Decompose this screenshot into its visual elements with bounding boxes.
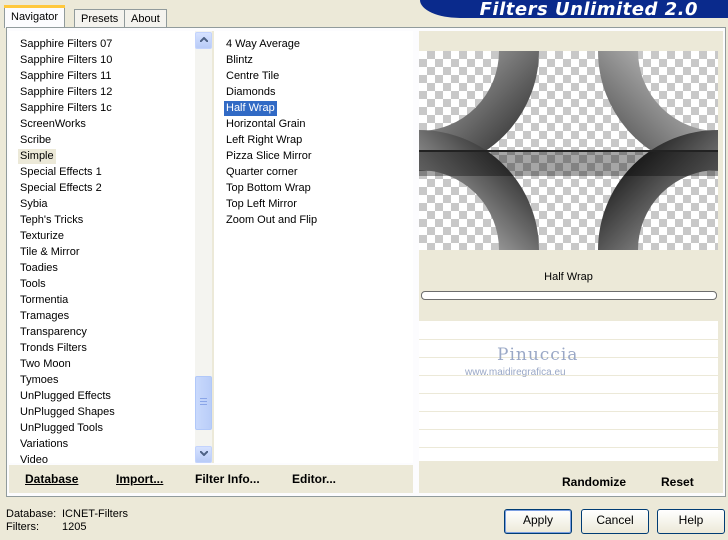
import-button[interactable]: Import... (116, 465, 163, 493)
tab-presets[interactable]: Presets (74, 9, 126, 28)
database-button[interactable]: Database (25, 465, 78, 493)
list-action-bar: Database Import... Filter Info... Editor… (9, 465, 413, 493)
filter-item[interactable]: Pizza Slice Mirror (224, 149, 314, 164)
preview-image[interactable] (419, 51, 718, 250)
category-item[interactable]: Two Moon (18, 357, 73, 372)
category-item[interactable]: Sapphire Filters 07 (18, 37, 114, 52)
filter-item[interactable]: Blintz (224, 53, 255, 68)
filter-item[interactable]: 4 Way Average (224, 37, 302, 52)
category-item[interactable]: Tymoes (18, 373, 61, 388)
category-item[interactable]: Variations (18, 437, 70, 452)
category-item[interactable]: Tronds Filters (18, 341, 89, 356)
category-item[interactable]: Sapphire Filters 10 (18, 53, 114, 68)
category-item[interactable]: Sybia (18, 197, 50, 212)
help-button[interactable]: Help (657, 509, 725, 534)
category-item[interactable]: Video (18, 453, 50, 463)
randomize-button[interactable]: Randomize (562, 469, 626, 495)
tab-about[interactable]: About (124, 9, 167, 28)
preview-filter-name: Half Wrap (544, 271, 593, 283)
database-info: Database: ICNET-Filters Filters: 1205 (6, 508, 128, 534)
category-item[interactable]: Tools (18, 277, 48, 292)
category-item[interactable]: Simple (18, 149, 56, 164)
category-item[interactable]: Transparency (18, 325, 89, 340)
filter-info-button[interactable]: Filter Info... (195, 465, 260, 493)
filter-item[interactable]: Quarter corner (224, 165, 300, 180)
category-item[interactable]: Tramages (18, 309, 71, 324)
navigator-panel: Sapphire Filters 07 Sapphire Filters 10 Sa… (6, 27, 726, 497)
database-label: Database: (6, 508, 57, 520)
filter-item[interactable]: Top Left Mirror (224, 197, 299, 212)
reset-button[interactable]: Reset (661, 469, 694, 495)
category-item[interactable]: Scribe (18, 133, 53, 148)
parameter-area: Pinuccia www.maidiregrafica.eu (419, 321, 718, 461)
category-item[interactable]: UnPlugged Effects (18, 389, 113, 404)
watermark-url: www.maidiregrafica.eu (465, 367, 566, 378)
progress-bar (421, 291, 717, 300)
chevron-up-icon (199, 37, 208, 42)
filters-count: 1205 (62, 521, 87, 533)
filter-item[interactable]: Left Right Wrap (224, 133, 304, 148)
filters-label: Filters: (6, 521, 39, 533)
filter-item[interactable]: Diamonds (224, 85, 278, 100)
banner-title: Filters Unlimited 2.0 (479, 0, 698, 18)
cancel-button[interactable]: Cancel (581, 509, 649, 534)
scroll-down-button[interactable] (195, 446, 212, 463)
tab-navigator[interactable]: Navigator (4, 5, 66, 28)
app-banner: Filters Unlimited 2.0 (420, 0, 728, 18)
category-item[interactable]: Tile & Mirror (18, 245, 81, 260)
category-item[interactable]: Toadies (18, 261, 60, 276)
category-item[interactable]: Sapphire Filters 11 (18, 69, 114, 84)
filter-item[interactable]: Horizontal Grain (224, 117, 307, 132)
category-item[interactable]: Special Effects 2 (18, 181, 104, 196)
category-item[interactable]: Sapphire Filters 12 (18, 85, 114, 100)
category-item[interactable]: Tormentia (18, 293, 70, 308)
chevron-down-icon (199, 451, 208, 456)
filter-item[interactable]: Half Wrap (224, 101, 277, 116)
category-list[interactable]: Sapphire Filters 07 Sapphire Filters 10 Sa… (9, 31, 195, 463)
editor-button[interactable]: Editor... (292, 465, 336, 493)
category-item[interactable]: Sapphire Filters 1c (18, 101, 114, 116)
category-item[interactable]: Teph's Tricks (18, 213, 85, 228)
apply-button[interactable]: Apply (504, 509, 572, 534)
scroll-thumb[interactable] (195, 376, 212, 430)
scroll-up-button[interactable] (195, 32, 212, 49)
category-item[interactable]: UnPlugged Shapes (18, 405, 117, 420)
filter-item[interactable]: Top Bottom Wrap (224, 181, 313, 196)
watermark-name: Pinuccia (497, 345, 579, 365)
database-value: ICNET-Filters (62, 508, 128, 520)
filter-item[interactable]: Zoom Out and Flip (224, 213, 319, 228)
category-item[interactable]: Special Effects 1 (18, 165, 104, 180)
filter-list[interactable]: 4 Way Average Blintz Centre Tile Diamonds Ha… (214, 31, 413, 463)
category-item[interactable]: ScreenWorks (18, 117, 88, 132)
filter-item[interactable]: Centre Tile (224, 69, 281, 84)
category-item[interactable]: UnPlugged Tools (18, 421, 105, 436)
preview-column: Half Wrap Pinuccia www.maidiregrafica.eu… (419, 31, 723, 493)
category-item[interactable]: Texturize (18, 229, 66, 244)
category-scrollbar[interactable] (195, 31, 212, 463)
